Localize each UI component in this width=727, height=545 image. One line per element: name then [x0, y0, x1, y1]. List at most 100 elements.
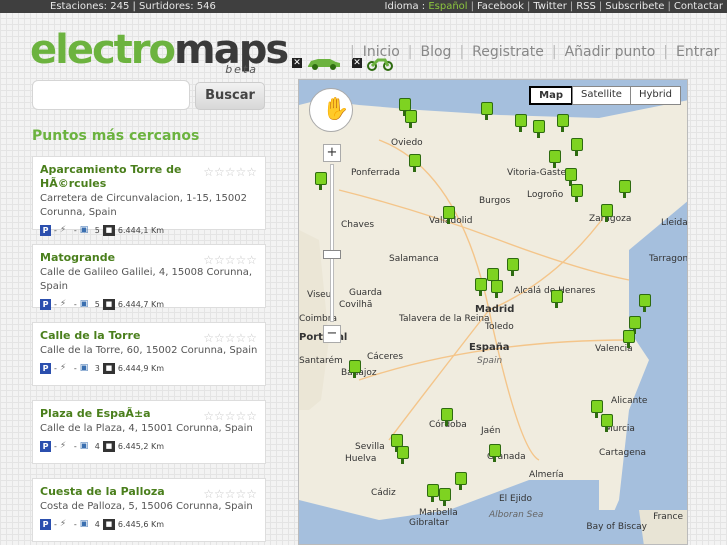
subscribe-link[interactable]: Subscribete	[605, 1, 664, 12]
nav-inicio[interactable]: Inicio	[363, 44, 400, 60]
charging-station-marker[interactable]	[441, 408, 453, 426]
charging-station-marker[interactable]	[571, 184, 583, 202]
charging-station-marker[interactable]	[443, 206, 455, 224]
point-address: Calle de la Torre, 60, 15002 Corunna, Sp…	[40, 345, 258, 356]
distance-icon: ■	[102, 362, 115, 374]
map-label: Talavera de la Reina	[399, 314, 490, 324]
map-label: Santarém	[299, 356, 343, 366]
point-name[interactable]: Plaza de EspaÃ±a	[40, 407, 190, 421]
distance-icon: ■	[102, 298, 115, 310]
map-label: Viseu	[307, 290, 332, 300]
charging-station-marker[interactable]	[639, 294, 651, 312]
plug-icon: ⚡	[59, 518, 67, 529]
nav-anadir-punto[interactable]: Añadir punto	[565, 44, 656, 60]
charging-station-marker[interactable]	[557, 114, 569, 132]
language-espanol-link[interactable]: Español	[428, 1, 467, 12]
charging-station-marker[interactable]	[515, 114, 527, 132]
charging-station-marker[interactable]	[571, 138, 583, 156]
charging-station-marker[interactable]	[489, 444, 501, 462]
search-button[interactable]: Buscar	[195, 82, 265, 110]
map-type-hybrid[interactable]: Hybrid	[629, 86, 681, 105]
charging-station-marker[interactable]	[549, 150, 561, 168]
point-card[interactable]: Cuesta de la Palloza ☆☆☆☆☆ Costa de Pall…	[32, 478, 266, 542]
charging-station-marker[interactable]	[405, 110, 417, 128]
charging-station-marker[interactable]	[601, 414, 613, 432]
map-label: Alboran Sea	[489, 510, 544, 520]
charging-station-marker[interactable]	[409, 154, 421, 172]
zoom-in-button[interactable]: +	[323, 144, 341, 162]
site-logo[interactable]: electromaps beta	[30, 27, 289, 78]
map-label: Cáceres	[367, 352, 404, 362]
point-name[interactable]: Cuesta de la Palloza	[40, 485, 190, 499]
zoom-slider[interactable]	[330, 164, 334, 322]
close-icon[interactable]: ✕	[292, 58, 302, 68]
map-label: España	[469, 342, 510, 353]
charging-station-marker[interactable]	[315, 172, 327, 190]
map-view[interactable]: Oviedo Ponferrada Burgos Vitoria-Gasteiz…	[298, 79, 688, 545]
charger-icon: ▣	[79, 440, 89, 451]
map-label: France	[653, 512, 683, 522]
point-name[interactable]: Calle de la Torre	[40, 329, 190, 343]
charging-station-marker[interactable]	[533, 120, 545, 138]
nav-entrar[interactable]: Entrar	[676, 44, 719, 60]
point-name[interactable]: Aparcamiento Torre de HÃ©rcules	[40, 163, 190, 191]
map-label: Gibraltar	[409, 518, 449, 528]
map-label: Burgos	[479, 196, 511, 206]
plug-icon: ⚡	[59, 362, 67, 373]
charging-station-marker[interactable]	[619, 180, 631, 198]
point-address: Calle de Galileo Galilei, 4, 15008 Corun…	[40, 267, 253, 292]
charging-station-marker[interactable]	[455, 472, 467, 490]
charging-station-marker[interactable]	[397, 446, 409, 464]
point-card[interactable]: Aparcamiento Torre de HÃ©rcules ☆☆☆☆☆ Ca…	[32, 156, 266, 236]
charging-station-marker[interactable]	[601, 204, 613, 222]
map-label: Alicante	[611, 396, 648, 406]
point-card[interactable]: Plaza de EspaÃ±a ☆☆☆☆☆ Calle de la Plaza…	[32, 400, 266, 464]
nav-blog[interactable]: Blog	[420, 44, 451, 60]
parking-icon: P	[40, 518, 51, 530]
pan-control[interactable]: ✋	[309, 88, 353, 132]
charger-icon: ▣	[79, 298, 89, 309]
charging-station-marker[interactable]	[349, 360, 361, 378]
map-type-map[interactable]: Map	[529, 86, 573, 105]
search-input[interactable]	[32, 80, 190, 110]
point-card[interactable]: Calle de la Torre ☆☆☆☆☆ Calle de la Torr…	[32, 322, 266, 386]
contact-link[interactable]: Contactar	[674, 1, 723, 12]
twitter-link[interactable]: Twitter	[533, 1, 567, 12]
rating-stars[interactable]: ☆☆☆☆☆	[203, 253, 257, 267]
rating-stars[interactable]: ☆☆☆☆☆	[203, 165, 257, 179]
distance: 6.445,2 Km	[117, 441, 164, 451]
nav-registrate[interactable]: Registrate	[472, 44, 544, 60]
slots-count: 4	[94, 519, 100, 529]
rating-stars[interactable]: ☆☆☆☆☆	[203, 331, 257, 345]
charging-station-marker[interactable]	[507, 258, 519, 276]
parking-icon: P	[40, 224, 51, 236]
point-name[interactable]: Matogrande	[40, 251, 190, 265]
charging-station-marker[interactable]	[427, 484, 439, 502]
distance-icon: ■	[102, 518, 115, 530]
map-label: Salamanca	[389, 254, 439, 264]
logo-beta: beta	[225, 63, 258, 76]
charging-station-marker[interactable]	[623, 330, 635, 348]
rating-stars[interactable]: ☆☆☆☆☆	[203, 409, 257, 423]
map-label: Ponferrada	[351, 168, 401, 178]
charging-station-marker[interactable]	[551, 290, 563, 308]
map-label: Tarragona	[649, 254, 688, 264]
charging-station-marker[interactable]	[481, 102, 493, 120]
map-label: Almería	[529, 470, 564, 480]
logo-text-green: electro	[30, 27, 176, 73]
rating-stars[interactable]: ☆☆☆☆☆	[203, 487, 257, 501]
map-label: Chaves	[341, 220, 375, 230]
charging-station-marker[interactable]	[439, 488, 451, 506]
zoom-out-button[interactable]: −	[323, 325, 341, 343]
distance-icon: ■	[102, 224, 115, 236]
point-card[interactable]: Matogrande ☆☆☆☆☆ Calle de Galileo Galile…	[32, 244, 266, 310]
charging-station-marker[interactable]	[475, 278, 487, 296]
point-address: Costa de Palloza, 5, 15006 Corunna, Spai…	[40, 501, 253, 512]
map-type-satellite[interactable]: Satellite	[572, 86, 631, 105]
rss-link[interactable]: RSS	[576, 1, 596, 12]
zoom-slider-thumb[interactable]	[323, 250, 341, 259]
top-links: Idioma : Español | Facebook | Twitter | RSS | Su…	[384, 1, 723, 12]
facebook-link[interactable]: Facebook	[477, 1, 524, 12]
charging-station-marker[interactable]	[491, 280, 503, 298]
distance-icon: ■	[102, 440, 115, 452]
